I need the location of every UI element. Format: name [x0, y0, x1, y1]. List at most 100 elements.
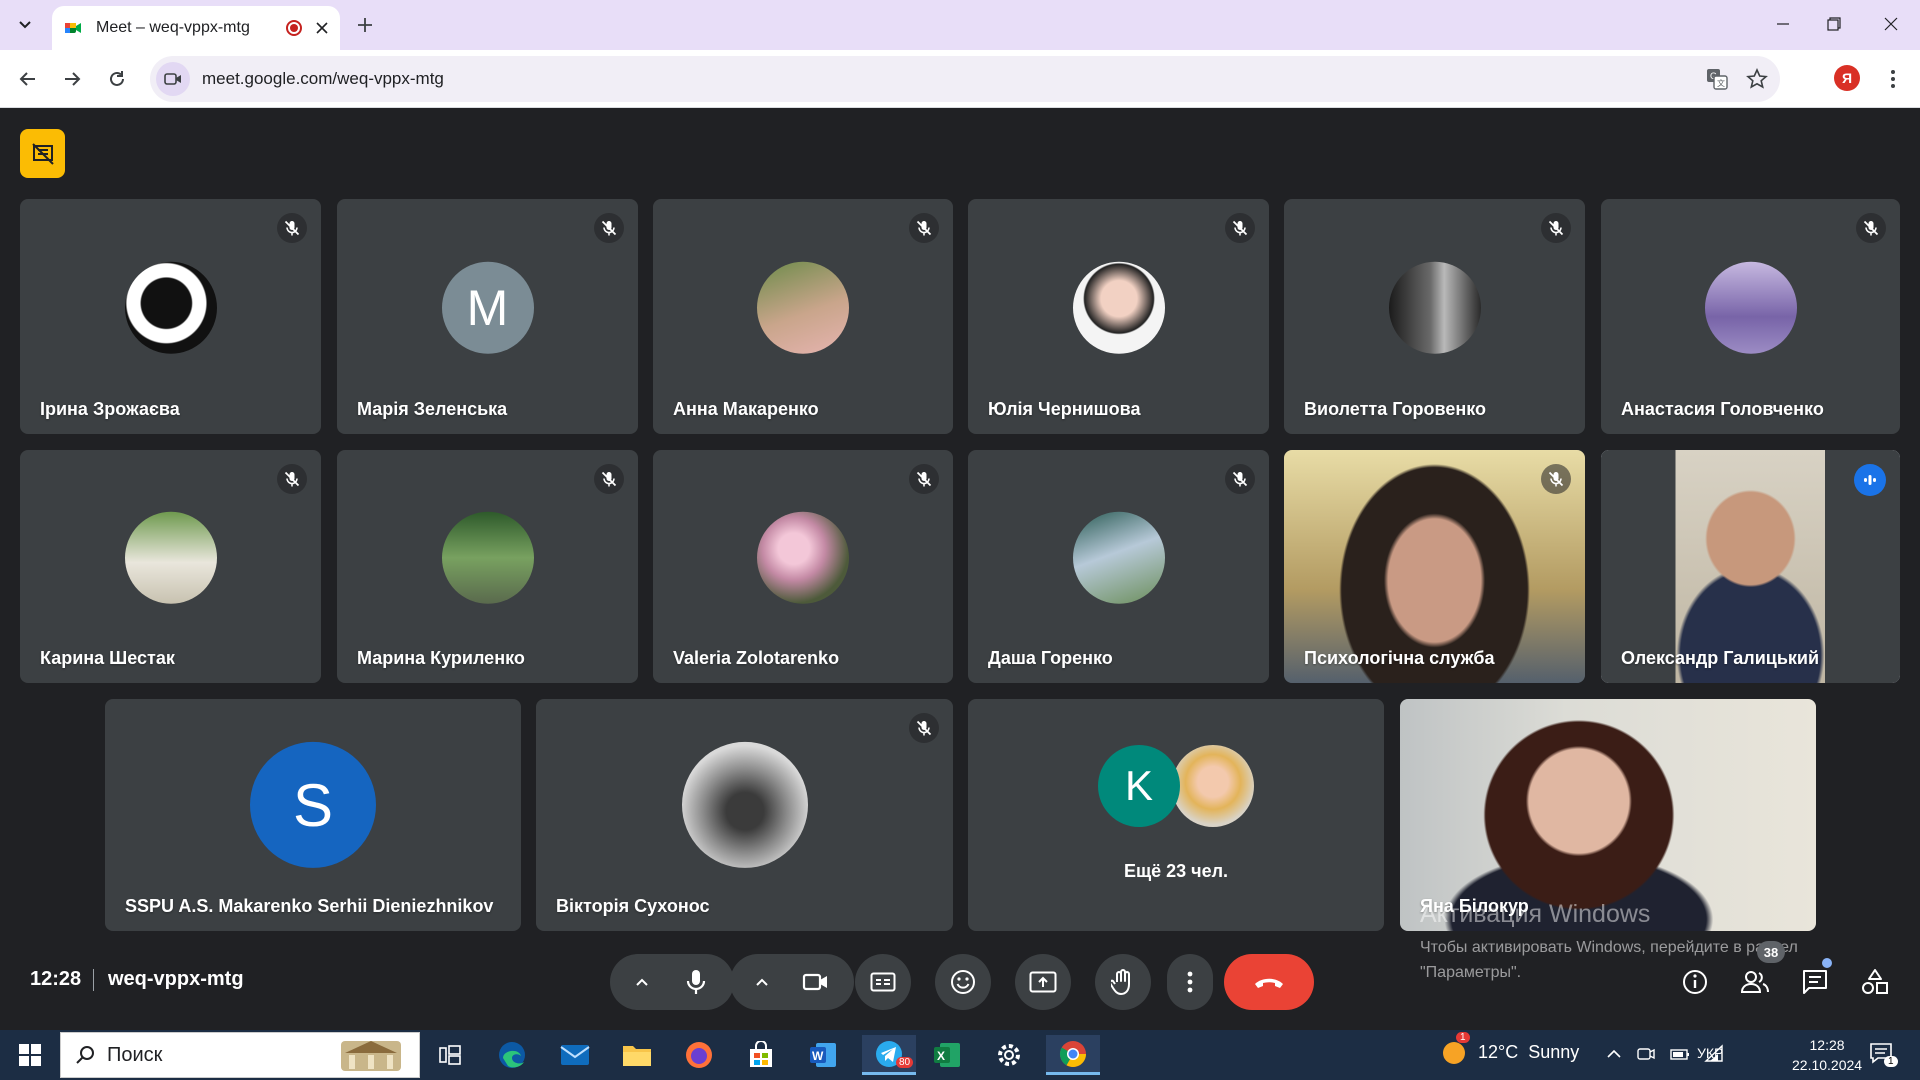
participant-tile[interactable]: Valeria Zolotarenko: [653, 450, 953, 683]
present-screen-button[interactable]: [1015, 954, 1071, 1010]
input-language[interactable]: УКР: [1697, 1045, 1723, 1061]
participant-tile[interactable]: Олександр Галицький: [1601, 450, 1900, 683]
reactions-button[interactable]: [935, 954, 991, 1010]
mic-off-icon: [916, 471, 932, 487]
taskbar-settings[interactable]: [989, 1035, 1029, 1075]
back-button[interactable]: [12, 63, 44, 95]
more-options-button[interactable]: [1167, 954, 1213, 1010]
participant-avatar-photo: [441, 511, 534, 604]
edge-icon: [499, 1042, 525, 1068]
mic-off-icon: [601, 471, 617, 487]
activities-button[interactable]: [1851, 958, 1899, 1006]
participant-tile[interactable]: S SSPU A.S. Makarenko Serhii Dieniezhniko…: [105, 699, 521, 931]
minimize-window-button[interactable]: [1754, 0, 1812, 48]
mic-off-icon: [1863, 220, 1879, 236]
muted-indicator: [909, 713, 939, 743]
chat-icon: [1803, 970, 1827, 994]
battery-icon[interactable]: [1670, 1044, 1690, 1064]
weather-widget[interactable]: 1 12°C Sunny: [1440, 1032, 1579, 1066]
participant-tile[interactable]: M Марія Зеленська: [337, 199, 638, 434]
muted-indicator: [594, 464, 624, 494]
minimize-icon: [1777, 23, 1789, 25]
microphone-control-group: [610, 954, 734, 1010]
participant-tile[interactable]: Вікторія Сухонос: [536, 699, 953, 931]
camera-control-group: [730, 954, 854, 1010]
meeting-info-logo-button[interactable]: [20, 129, 65, 178]
taskbar-store[interactable]: [741, 1035, 781, 1075]
store-icon: [750, 1041, 772, 1067]
raise-hand-button[interactable]: [1095, 954, 1151, 1010]
site-info-button[interactable]: [156, 62, 190, 96]
chevron-up-icon[interactable]: [1606, 1046, 1622, 1062]
participant-tile[interactable]: Марина Куриленко: [337, 450, 638, 683]
chrome-icon: [1059, 1040, 1087, 1067]
camera-button[interactable]: [786, 954, 846, 1010]
participant-tile[interactable]: Психологічна служба: [1284, 450, 1585, 683]
participant-tile[interactable]: K Ещё 23 чел.: [968, 699, 1384, 931]
reload-button[interactable]: [101, 63, 133, 95]
taskbar-telegram[interactable]: 80: [862, 1035, 916, 1075]
participant-name: SSPU A.S. Makarenko Serhii Dieniezhnikov: [125, 896, 494, 916]
participant-tile[interactable]: Анастасия Головченко: [1601, 199, 1900, 434]
participant-tile[interactable]: Виолетта Горовенко: [1284, 199, 1585, 434]
taskbar-file-explorer[interactable]: [617, 1035, 657, 1075]
taskbar-clock[interactable]: 12:28 22.10.2024: [1792, 1035, 1862, 1075]
taskbar-firefox[interactable]: [679, 1035, 719, 1075]
tab-search-button[interactable]: [12, 12, 38, 38]
taskbar-excel[interactable]: X: [927, 1035, 967, 1075]
participant-tile[interactable]: Даша Горенко: [968, 450, 1269, 683]
captions-button[interactable]: [855, 954, 911, 1010]
browser-menu-button[interactable]: [1884, 64, 1902, 94]
speaking-indicator: [1854, 464, 1886, 496]
audio-options-button[interactable]: [618, 977, 666, 987]
participant-tile[interactable]: Юлія Чернишова: [968, 199, 1269, 434]
taskbar-edge[interactable]: [492, 1035, 532, 1075]
weather-alert-badge: 1: [1456, 1032, 1470, 1043]
participant-name: Даша Горенко: [988, 648, 1113, 668]
close-tab-icon[interactable]: [316, 22, 328, 34]
participant-avatar-photo: [1704, 261, 1797, 354]
notifications-button[interactable]: 1: [1868, 1040, 1898, 1067]
taskbar-mail[interactable]: [555, 1035, 595, 1075]
video-options-button[interactable]: [738, 977, 786, 987]
bookmark-star-icon[interactable]: [1746, 68, 1768, 90]
taskbar-word[interactable]: W: [803, 1035, 843, 1075]
mic-off-icon: [1232, 220, 1248, 236]
participant-tile[interactable]: Яна Білокур: [1400, 699, 1816, 931]
translate-icon[interactable]: G文: [1706, 68, 1728, 90]
new-tab-button[interactable]: [352, 12, 378, 38]
url-text: meet.google.com/weq-vppx-mtg: [202, 69, 444, 88]
muted-indicator: [909, 464, 939, 494]
restore-window-button[interactable]: [1805, 0, 1863, 48]
meeting-details-button[interactable]: [1671, 958, 1719, 1006]
taskbar-chrome[interactable]: [1046, 1035, 1100, 1075]
participant-name: Карина Шестак: [40, 648, 175, 668]
participant-tile[interactable]: Карина Шестак: [20, 450, 321, 683]
leave-call-button[interactable]: [1224, 954, 1314, 1010]
mic-off-icon: [284, 471, 300, 487]
meeting-clock: 12:28: [30, 968, 82, 990]
taskbar-search-box[interactable]: Поиск: [60, 1032, 420, 1078]
profile-avatar-button[interactable]: Я: [1834, 65, 1860, 91]
chat-button[interactable]: [1791, 958, 1839, 1006]
participant-tile[interactable]: Ірина Зрожаєва: [20, 199, 321, 434]
participant-name: Анастасия Головченко: [1621, 399, 1824, 419]
start-button[interactable]: [10, 1035, 50, 1075]
meet-now-icon[interactable]: [1636, 1044, 1656, 1064]
chevron-up-icon: [636, 978, 648, 986]
participant-count-badge: 38: [1757, 941, 1785, 963]
participant-avatar-photo: [124, 511, 217, 604]
address-bar[interactable]: meet.google.com/weq-vppx-mtg G文: [150, 56, 1780, 102]
microphone-button[interactable]: [666, 954, 726, 1010]
divider: [93, 969, 94, 991]
muted-indicator: [1856, 213, 1886, 243]
participant-tile[interactable]: Анна Макаренко: [653, 199, 953, 434]
muted-indicator: [909, 213, 939, 243]
svg-text:W: W: [812, 1049, 824, 1063]
active-tab[interactable]: Meet – weq-vppx-mtg: [52, 6, 340, 50]
svg-text:X: X: [937, 1049, 945, 1063]
close-window-button[interactable]: [1862, 0, 1920, 48]
people-button[interactable]: [1731, 958, 1779, 1006]
task-view-button[interactable]: [430, 1035, 470, 1075]
forward-button[interactable]: [56, 63, 88, 95]
